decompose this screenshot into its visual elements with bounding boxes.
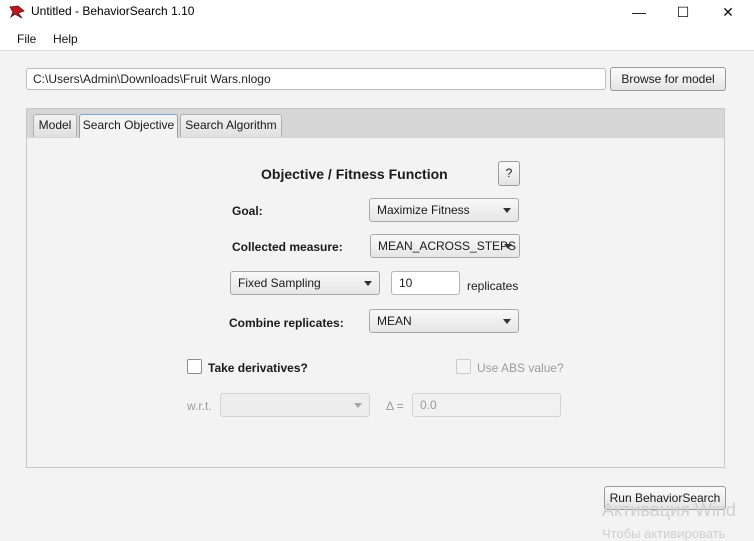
chevron-down-icon [504, 244, 512, 249]
chevron-down-icon [503, 319, 511, 324]
chevron-down-icon [503, 208, 511, 213]
browse-model-button[interactable]: Browse for model [610, 67, 726, 91]
chevron-down-icon [364, 281, 372, 286]
combine-replicates-value: MEAN [377, 314, 412, 328]
tab-model[interactable]: Model [33, 114, 77, 137]
chevron-down-icon [354, 403, 362, 408]
wrt-select[interactable] [220, 393, 370, 417]
help-button[interactable]: ? [498, 161, 520, 186]
minimize-button[interactable]: — [616, 0, 662, 24]
take-derivatives-checkbox[interactable] [187, 359, 202, 374]
app-icon [9, 5, 25, 19]
tab-search-objective[interactable]: Search Objective [79, 114, 178, 138]
use-abs-checkbox[interactable] [456, 359, 471, 374]
collected-measure-label: Collected measure: [232, 240, 343, 254]
take-derivatives-label: Take derivatives? [208, 361, 308, 375]
menu-help[interactable]: Help [53, 32, 78, 46]
replicates-input[interactable]: 10 [391, 271, 460, 295]
close-button[interactable]: ✕ [705, 0, 751, 24]
goal-label: Goal: [232, 204, 263, 218]
wrt-label: w.r.t. [187, 399, 212, 413]
collected-measure-value: MEAN_ACROSS_STEPS [378, 239, 517, 253]
sampling-value: Fixed Sampling [238, 276, 321, 290]
activation-watermark-subtitle: Чтобы активировать [602, 526, 726, 541]
delta-input[interactable]: 0.0 [412, 393, 561, 417]
goal-value: Maximize Fitness [377, 203, 470, 217]
delta-label: Δ = [386, 399, 404, 413]
main-content: Browse for model Model Search Objective … [0, 51, 754, 541]
maximize-button[interactable]: ☐ [660, 0, 706, 24]
collected-measure-select[interactable]: MEAN_ACROSS_STEPS [370, 234, 520, 258]
combine-replicates-select[interactable]: MEAN [369, 309, 519, 333]
window-title: Untitled - BehaviorSearch 1.10 [31, 4, 195, 18]
activation-watermark-title: Активация Wind [602, 500, 736, 520]
tab-header: Model Search Objective Search Algorithm [27, 109, 724, 138]
goal-select[interactable]: Maximize Fitness [369, 198, 519, 222]
title-bar: Untitled - BehaviorSearch 1.10 — ☐ ✕ [0, 0, 754, 24]
replicates-label: replicates [467, 279, 519, 293]
model-path-input[interactable] [26, 68, 606, 90]
tab-pane: Model Search Objective Search Algorithm … [26, 108, 725, 468]
sampling-select[interactable]: Fixed Sampling [230, 271, 380, 295]
menu-file[interactable]: File [17, 32, 36, 46]
use-abs-label: Use ABS value? [477, 361, 564, 375]
objective-heading: Objective / Fitness Function [261, 166, 448, 182]
combine-replicates-label: Combine replicates: [229, 316, 344, 330]
menu-bar: File Help [0, 28, 754, 51]
tab-search-algorithm[interactable]: Search Algorithm [180, 114, 282, 137]
